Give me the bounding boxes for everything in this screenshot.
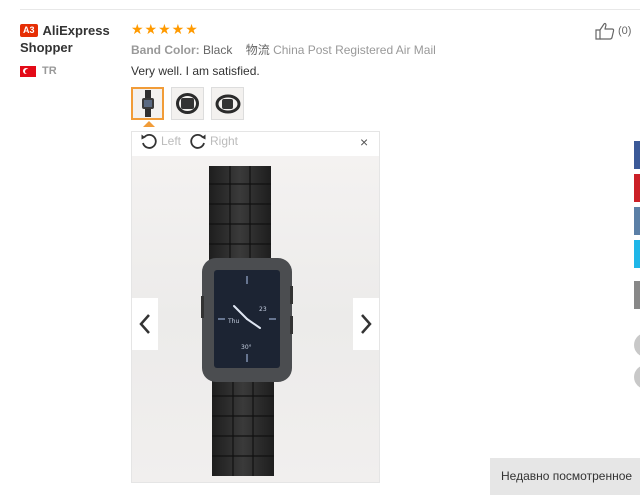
watch-day: Thu [227,318,239,325]
rotate-left-label: Left [161,134,182,148]
helpful-count: (0) [618,25,632,37]
chevron-right-icon [361,314,372,334]
rotate-left-button[interactable]: Left [140,132,181,150]
country-code: TR [42,65,57,77]
rotate-right-icon [190,134,206,149]
rotate-right-button[interactable]: Right [189,132,238,150]
watch-date: 23 [259,306,267,313]
shipping-label: 物流 [245,43,270,57]
active-thumbnail-indicator [143,121,155,127]
turkey-flag-icon [20,65,36,77]
recently-viewed-bar[interactable]: Недавно посмотренное [490,458,640,495]
chevron-left-icon [139,314,150,334]
share-facebook-button[interactable] [634,141,640,169]
buyer-country: TR [20,65,130,77]
share-pinterest-button[interactable] [634,174,640,202]
helpful-button[interactable]: (0) [595,22,631,40]
share-vk-button[interactable] [634,207,640,235]
band-color-value: Black [203,43,233,57]
rotate-right-label: Right [210,134,239,148]
scroll-control-button[interactable] [634,365,640,389]
watch-temp: 30° [241,344,252,351]
review-thumbnail[interactable] [171,87,204,120]
top-divider [20,9,640,10]
buyer-name-row: A3 AliExpress Shopper [20,22,130,56]
band-color-label: Band Color: [131,43,200,57]
review-text: Very well. I am satisfied. [131,64,260,78]
review-attributes: Band Color: Black 物流 China Post Register… [131,41,436,58]
review-thumbnail[interactable] [131,87,164,120]
image-viewer: Left Right × Thu 23 30° [131,131,380,483]
rating-stars: ★★★★★ [131,21,199,37]
review-thumbnail[interactable] [211,87,244,120]
previous-image-button[interactable] [132,298,158,350]
review-thumbnails [131,87,244,120]
close-viewer-button[interactable]: × [360,134,368,150]
rotate-left-icon [141,134,157,149]
review-photo: Thu 23 30° [132,156,379,482]
buyer-level-badge: A3 [20,24,38,37]
shipping-method: China Post Registered Air Mail [273,43,436,57]
buyer-info: A3 AliExpress Shopper TR [20,22,130,77]
next-image-button[interactable] [353,298,379,350]
share-more-button[interactable] [634,281,640,309]
share-twitter-button[interactable] [634,240,640,268]
thumbs-up-icon [595,22,615,40]
scroll-control-button[interactable] [634,333,640,357]
